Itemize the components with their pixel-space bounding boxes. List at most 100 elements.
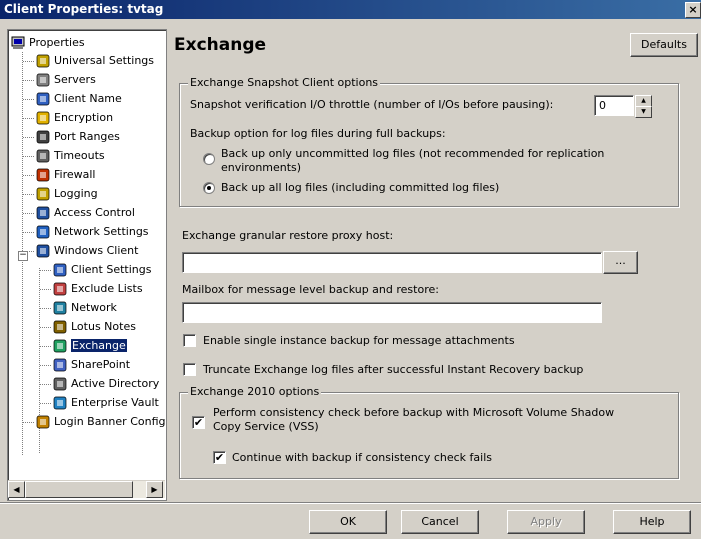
tree-item-sharepoint[interactable]: SharePoint (52, 356, 130, 374)
radio-all-logs[interactable] (203, 182, 215, 194)
tree-item-enterprise-vault[interactable]: Enterprise Vault (52, 394, 159, 412)
tree-item-port-ranges[interactable]: Port Ranges (35, 128, 120, 146)
tree-item-lotus-notes[interactable]: Lotus Notes (52, 318, 136, 336)
proxy-host-input[interactable] (182, 252, 602, 273)
client-settings-icon (53, 263, 67, 277)
tree-item-properties[interactable]: Properties (10, 34, 85, 52)
tree-item-network-settings[interactable]: Network Settings (35, 223, 149, 241)
servers-icon (36, 73, 50, 87)
cancel-button[interactable]: Cancel (401, 510, 479, 534)
lock-icon (36, 111, 50, 125)
ok-button[interactable]: OK (309, 510, 387, 534)
enterprise-vault-icon (53, 396, 67, 410)
tree-item-logging[interactable]: Logging (35, 185, 98, 203)
tree-item-label: Active Directory (71, 377, 160, 390)
bottom-separator (0, 502, 701, 504)
title-bar: Client Properties: tvtag × (0, 0, 701, 19)
tree-item-servers[interactable]: Servers (35, 71, 96, 89)
tree-item-access-control[interactable]: Access Control (35, 204, 135, 222)
single-instance-checkbox[interactable] (183, 334, 196, 347)
universal-settings-icon (36, 54, 50, 68)
continue-backup-label[interactable]: Continue with backup if consistency chec… (232, 451, 492, 464)
tree-item-label: Port Ranges (54, 130, 120, 143)
mailbox-input[interactable] (182, 302, 602, 323)
throttle-input[interactable] (594, 95, 634, 116)
tree-item-exclude-lists[interactable]: Exclude Lists (52, 280, 143, 298)
truncate-logs-label[interactable]: Truncate Exchange log files after succes… (203, 363, 583, 376)
network-settings-icon (36, 225, 50, 239)
tree-item-label: Servers (54, 73, 96, 86)
tree-item-label: SharePoint (71, 358, 131, 371)
consistency-check-label-1[interactable]: Perform consistency check before backup … (213, 406, 614, 419)
tree-connector (23, 137, 34, 138)
truncate-logs-checkbox[interactable] (183, 363, 196, 376)
tree-connector (23, 118, 34, 119)
tree-item-client-name[interactable]: Client Name (35, 90, 122, 108)
tree-connector (23, 175, 34, 176)
tree-item-label: Enterprise Vault (71, 396, 159, 409)
radio-uncommitted-label-2[interactable]: environments) (221, 161, 301, 174)
tree-item-universal-settings[interactable]: Universal Settings (35, 52, 154, 70)
tree-item-label: Client Name (54, 92, 122, 105)
browse-button[interactable]: ... (603, 251, 638, 274)
tree-horizontal-scrollbar[interactable]: ◀ ▶ (8, 480, 165, 498)
tree-item-timeouts[interactable]: Timeouts (35, 147, 105, 165)
close-button[interactable]: × (685, 2, 701, 18)
radio-all-logs-label[interactable]: Back up all log files (including committ… (221, 181, 499, 194)
tree-connector (23, 99, 34, 100)
throttle-label: Snapshot verification I/O throttle (numb… (190, 98, 554, 111)
tree-item-label: Timeouts (54, 149, 105, 162)
scroll-left-icon[interactable]: ◀ (8, 481, 25, 498)
spin-down-icon[interactable]: ▼ (635, 106, 652, 118)
windows-client-icon (36, 244, 50, 258)
network-icon (53, 301, 67, 315)
tree-connector (40, 384, 51, 385)
tree-item-label: Network (71, 301, 117, 314)
tree-item-client-settings[interactable]: Client Settings (52, 261, 151, 279)
scroll-right-icon[interactable]: ▶ (146, 481, 163, 498)
tree-connector (40, 289, 51, 290)
tree-item-firewall[interactable]: Firewall (35, 166, 95, 184)
continue-backup-checkbox[interactable]: ✔ (213, 451, 226, 464)
tree-item-label: Login Banner Configuration (54, 415, 166, 428)
scroll-thumb[interactable] (25, 481, 133, 498)
tree-connector (23, 156, 34, 157)
consistency-check-checkbox[interactable]: ✔ (192, 416, 205, 429)
window-title: Client Properties: tvtag (4, 2, 164, 16)
defaults-button[interactable]: Defaults (630, 33, 698, 57)
tree-item-label: Universal Settings (54, 54, 155, 67)
help-button[interactable]: Help (613, 510, 691, 534)
tree-connector (40, 327, 51, 328)
tree-connector (23, 422, 34, 423)
login-banner-icon (36, 415, 50, 429)
apply-button[interactable]: Apply (507, 510, 585, 534)
port-ranges-icon (36, 130, 50, 144)
tree-item-encryption[interactable]: Encryption (35, 109, 113, 127)
tree-item-login-banner-configuration[interactable]: Login Banner Configuration (35, 413, 166, 431)
properties-tree[interactable]: − Properties Universal Settings Servers Cl… (7, 29, 167, 501)
clock-icon (36, 149, 50, 163)
tree-item-label: Access Control (54, 206, 135, 219)
tree-item-exchange[interactable]: Exchange (52, 337, 127, 355)
single-instance-label[interactable]: Enable single instance backup for messag… (203, 334, 515, 347)
tree-item-network[interactable]: Network (52, 299, 117, 317)
consistency-check-label-2[interactable]: Copy Service (VSS) (213, 420, 319, 433)
access-control-icon (36, 206, 50, 220)
radio-uncommitted-label-1[interactable]: Back up only uncommitted log files (not … (221, 147, 604, 160)
tree-connector (23, 232, 34, 233)
radio-uncommitted-logs[interactable] (203, 153, 215, 165)
expander-windows-client[interactable]: − (18, 251, 28, 261)
snapshot-group-label: Exchange Snapshot Client options (188, 76, 381, 89)
tree-item-label: Windows Client (54, 244, 139, 257)
tree-connector (23, 213, 34, 214)
tree-item-windows-client[interactable]: Windows Client (35, 242, 138, 260)
tree-item-active-directory[interactable]: Active Directory (52, 375, 159, 393)
active-directory-icon (53, 377, 67, 391)
tree-connector (23, 80, 34, 81)
tree-connector (23, 61, 34, 62)
tree-item-label: Exclude Lists (71, 282, 143, 295)
backup-option-label: Backup option for log files during full … (190, 127, 446, 140)
logging-icon (36, 187, 50, 201)
mailbox-label: Mailbox for message level backup and res… (182, 283, 439, 296)
tree-connector (40, 403, 51, 404)
